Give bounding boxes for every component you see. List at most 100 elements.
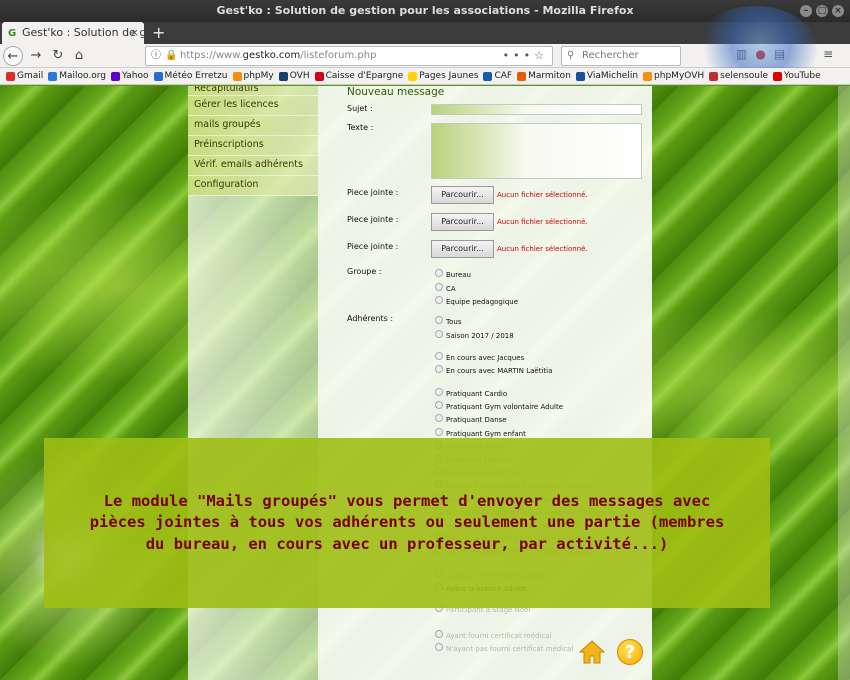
- new-tab-button[interactable]: +: [152, 22, 165, 44]
- member-radio[interactable]: [435, 365, 443, 373]
- member-radio[interactable]: [435, 643, 443, 651]
- sidebar-icon[interactable]: ▤: [774, 47, 785, 61]
- minimize-button[interactable]: –: [800, 5, 812, 17]
- bookmark-favicon-icon: [408, 71, 418, 81]
- bookmark-item[interactable]: Yahoo: [111, 68, 149, 84]
- help-icon[interactable]: ?: [617, 639, 643, 665]
- browse-button[interactable]: Parcourir...: [431, 186, 494, 204]
- home-button[interactable]: ⌂: [69, 46, 89, 66]
- member-option: Pratiquant Cardio: [446, 390, 508, 398]
- member-radio[interactable]: [435, 428, 443, 436]
- text-area[interactable]: [431, 123, 642, 179]
- bookmark-favicon-icon: [278, 71, 288, 81]
- attachment-label: Piece jointe :: [347, 215, 399, 224]
- page-actions-icon[interactable]: •••☆: [503, 47, 548, 65]
- sidebar-menu-item[interactable]: mails groupés: [188, 116, 318, 136]
- sidebar-menu-item[interactable]: Configuration: [188, 176, 318, 196]
- site-favicon-icon: G: [8, 28, 17, 39]
- attachment-label: Piece jointe :: [347, 242, 399, 251]
- window-titlebar: Gest'ko : Solution de gestion pour les a…: [0, 0, 850, 22]
- subject-label: Sujet :: [347, 104, 373, 113]
- bookmark-label: Caisse d'Epargne: [325, 71, 404, 81]
- group-option: Equipe pedagogique: [446, 298, 519, 306]
- search-input[interactable]: ⚲ Rechercher: [561, 46, 681, 66]
- sidebar-menu-item[interactable]: Gérer les licences: [188, 96, 318, 116]
- browser-tab[interactable]: G Gest'ko : Solution de gestion p ×: [2, 22, 144, 44]
- bookmark-item[interactable]: phpMy: [232, 68, 274, 84]
- reload-button[interactable]: ↻: [48, 46, 68, 66]
- subject-input[interactable]: [431, 104, 642, 115]
- close-tab-icon[interactable]: ×: [130, 22, 139, 44]
- member-radio[interactable]: [435, 414, 443, 422]
- member-radio[interactable]: [435, 630, 443, 638]
- forward-button[interactable]: →: [26, 46, 46, 66]
- member-radio[interactable]: [435, 316, 443, 324]
- tab-label: Gest'ko : Solution de gestion p: [22, 26, 144, 39]
- bookmark-label: Yahoo: [122, 71, 149, 81]
- bookmark-item[interactable]: Marmiton: [517, 68, 571, 84]
- bookmark-favicon-icon: [314, 71, 324, 81]
- bookmark-item[interactable]: phpMyOVH: [643, 68, 704, 84]
- bookmark-item[interactable]: Pages Jaunes: [408, 68, 478, 84]
- addon-icon[interactable]: ●: [755, 47, 765, 61]
- navigation-toolbar: ← → ↻ ⌂ ⓘ 🔒 https://www.gestko.com/liste…: [0, 44, 850, 68]
- member-option: Pratiquant Danse: [446, 416, 507, 424]
- group-radio[interactable]: [435, 283, 443, 291]
- feature-callout: Le module "Mails groupés" vous permet d'…: [44, 438, 770, 608]
- member-radio[interactable]: [435, 352, 443, 360]
- group-radio[interactable]: [435, 296, 443, 304]
- url-path: /listeforum.php: [300, 50, 377, 61]
- bookmark-favicon-icon: [575, 71, 585, 81]
- bookmark-item[interactable]: ViaMichelin: [575, 68, 638, 84]
- bookmark-favicon-icon: [517, 71, 527, 81]
- bookmark-favicon-icon: [709, 71, 719, 81]
- search-placeholder: Rechercher: [582, 50, 639, 61]
- bookmark-favicon-icon: [6, 71, 15, 81]
- bookmark-item[interactable]: Mailoo.org: [48, 68, 106, 84]
- tab-strip: G Gest'ko : Solution de gestion p × +: [0, 22, 850, 44]
- member-radio[interactable]: [435, 330, 443, 338]
- bookmark-favicon-icon: [153, 71, 163, 81]
- file-status: Aucun fichier sélectionné.: [497, 191, 588, 199]
- callout-text: Le module "Mails groupés" vous permet d'…: [89, 491, 725, 553]
- lock-icon: 🔒: [165, 50, 178, 61]
- browse-button[interactable]: Parcourir...: [431, 213, 494, 231]
- browse-button[interactable]: Parcourir...: [431, 240, 494, 258]
- window-controls: – □ ×: [800, 5, 844, 17]
- maximize-button[interactable]: □: [816, 5, 828, 17]
- bookmark-item[interactable]: Caisse d'Epargne: [314, 68, 404, 84]
- group-radio[interactable]: [435, 269, 443, 277]
- back-button[interactable]: ←: [3, 46, 23, 66]
- bookmark-favicon-icon: [48, 71, 58, 81]
- close-window-button[interactable]: ×: [832, 5, 844, 17]
- bookmark-item[interactable]: Météo Erretzu: [153, 68, 228, 84]
- bookmark-favicon-icon: [111, 71, 121, 81]
- home-icon[interactable]: [578, 638, 606, 666]
- menu-icon[interactable]: ≡: [823, 47, 833, 61]
- page-scrollbar[interactable]: [838, 86, 850, 680]
- member-option: Pratiquant Gym volontaire Adulte: [446, 403, 564, 411]
- form-heading: Nouveau message: [347, 86, 445, 98]
- info-icon[interactable]: ⓘ: [151, 47, 161, 65]
- bookmark-label: Mailoo.org: [59, 71, 107, 81]
- member-option: N'ayant pas fourni certificat médical: [446, 645, 574, 653]
- bookmark-item[interactable]: Gmail: [6, 68, 43, 84]
- sidebar-menu-item[interactable]: Préinscriptions: [188, 136, 318, 156]
- bookmark-item[interactable]: OVH: [278, 68, 310, 84]
- sidebar-menu-item[interactable]: Récapitulatifs: [188, 86, 318, 96]
- sidebar-menu-item[interactable]: Vérif. emails adhérents: [188, 156, 318, 176]
- member-radio[interactable]: [435, 401, 443, 409]
- bookmarks-bar: Gmail Mailoo.org Yahoo Météo Erretzu phpMy OV…: [0, 68, 850, 85]
- url-bar[interactable]: ⓘ 🔒 https://www.gestko.com/listeforum.ph…: [145, 46, 553, 66]
- member-option: Ayant fourni certificat médical: [446, 632, 552, 640]
- member-option: Saison 2017 / 2018: [446, 332, 514, 340]
- library-icon[interactable]: ▥: [736, 47, 747, 61]
- member-radio[interactable]: [435, 388, 443, 396]
- bookmark-item[interactable]: selensoule: [709, 68, 768, 84]
- bookmark-favicon-icon: [643, 71, 653, 81]
- group-label: Groupe :: [347, 267, 382, 276]
- url-domain: gestko.com: [242, 50, 301, 61]
- bookmark-item[interactable]: CAF: [483, 68, 512, 84]
- bookmark-label: Gmail: [17, 71, 44, 81]
- bookmark-item[interactable]: YouTube: [773, 68, 821, 84]
